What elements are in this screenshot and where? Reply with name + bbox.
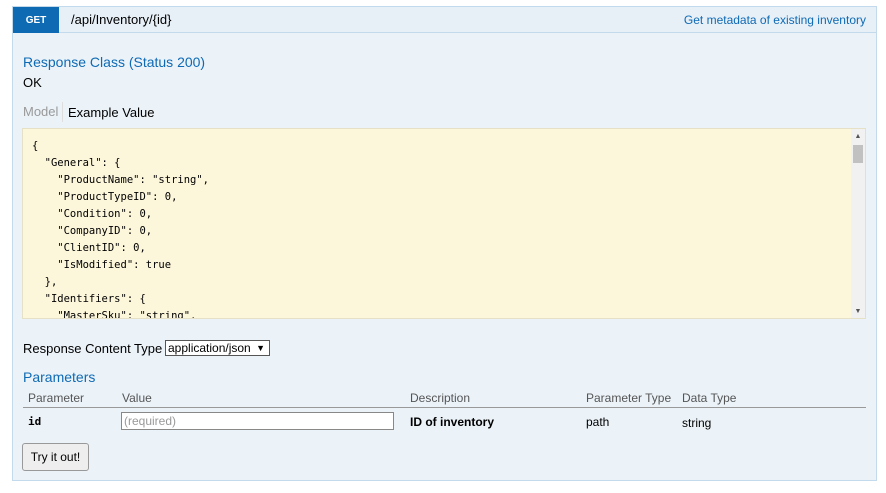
param-name-id: id	[28, 415, 42, 428]
tab-example-value[interactable]: Example Value	[68, 105, 154, 120]
param-type-id: path	[586, 415, 610, 429]
dropdown-caret-icon: ▼	[256, 343, 265, 353]
http-method-badge[interactable]: GET	[13, 7, 59, 33]
response-status-text: OK	[23, 75, 42, 90]
param-header-parameter-type: Parameter Type	[586, 391, 672, 405]
parameters-heading: Parameters	[23, 369, 96, 385]
response-class-heading: Response Class (Status 200)	[23, 54, 206, 70]
response-content-type-select[interactable]: application/json ▼	[165, 340, 270, 356]
example-value-code-box[interactable]: { "General": { "ProductName": "string", …	[22, 128, 866, 319]
param-header-parameter: Parameter	[28, 391, 85, 405]
endpoint-operation: GET /api/Inventory/{id} Get metadata of …	[12, 6, 877, 481]
example-json-text: { "General": { "ProductName": "string", …	[32, 140, 210, 319]
try-it-out-button[interactable]: Try it out!	[22, 443, 89, 471]
code-scrollbar[interactable]: ▲ ▼	[851, 129, 865, 318]
param-value-input-id[interactable]	[121, 412, 394, 430]
param-header-description: Description	[410, 391, 471, 405]
scroll-up-arrow-icon[interactable]: ▲	[851, 129, 865, 143]
scroll-thumb[interactable]	[853, 145, 863, 163]
param-description-id: ID of inventory	[410, 415, 495, 429]
endpoint-header[interactable]: GET /api/Inventory/{id} Get metadata of …	[13, 7, 876, 33]
response-content-type-value: application/json	[168, 341, 251, 355]
endpoint-path-link[interactable]: /api/Inventory/{id}	[71, 12, 171, 27]
response-content-type-label: Response Content Type	[23, 341, 163, 356]
tab-model[interactable]: Model	[23, 104, 58, 119]
param-header-value: Value	[122, 391, 152, 405]
param-header-divider	[23, 407, 866, 408]
param-header-data-type: Data Type	[682, 391, 737, 405]
scroll-down-arrow-icon[interactable]: ▼	[851, 304, 865, 318]
tab-divider	[62, 102, 63, 122]
endpoint-summary-link[interactable]: Get metadata of existing inventory	[684, 13, 866, 27]
param-datatype-id: string	[682, 416, 712, 430]
